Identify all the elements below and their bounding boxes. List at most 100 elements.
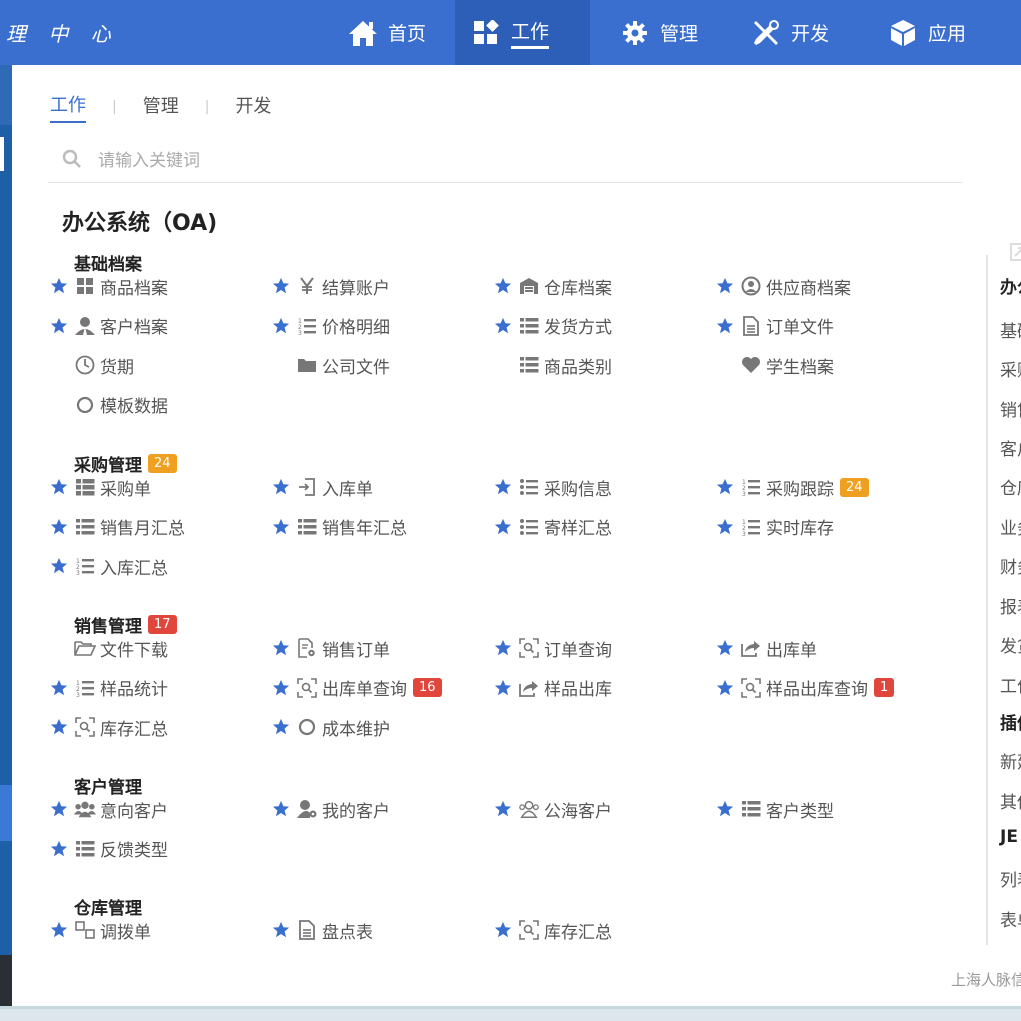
- favorite-star-icon[interactable]: [492, 317, 514, 335]
- right-menu-item[interactable]: 插件: [1000, 709, 1021, 734]
- right-menu-item[interactable]: 表单: [1000, 906, 1021, 931]
- menu-item[interactable]: 订单文件: [714, 312, 834, 340]
- favorite-star-icon[interactable]: [48, 478, 70, 496]
- menu-item[interactable]: 盘点表: [270, 916, 373, 944]
- menu-item[interactable]: 销售订单: [270, 634, 390, 662]
- right-menu-item[interactable]: JE: [1000, 827, 1018, 847]
- nav-dev[interactable]: 开发: [735, 0, 845, 65]
- tab-work[interactable]: 工作: [50, 91, 86, 123]
- menu-item[interactable]: 成本维护: [270, 713, 390, 741]
- right-menu-item[interactable]: 销售: [1000, 396, 1021, 421]
- right-menu-item[interactable]: 客户: [1000, 435, 1021, 460]
- menu-item[interactable]: 模板数据: [48, 391, 168, 419]
- menu-item[interactable]: 库存汇总: [492, 916, 612, 944]
- tab-manage[interactable]: 管理: [143, 92, 179, 122]
- favorite-star-icon[interactable]: [714, 277, 736, 295]
- right-menu-item[interactable]: 报表: [1000, 593, 1021, 618]
- nav-manage[interactable]: 管理: [604, 0, 714, 65]
- favorite-star-icon[interactable]: [714, 679, 736, 697]
- right-menu-item[interactable]: 采购: [1000, 356, 1021, 381]
- menu-item[interactable]: 发货方式: [492, 312, 612, 340]
- menu-item[interactable]: 销售月汇总: [48, 513, 185, 541]
- menu-item[interactable]: 结算账户: [270, 272, 390, 300]
- favorite-star-icon[interactable]: [48, 840, 70, 858]
- favorite-star-icon[interactable]: [492, 518, 514, 536]
- search-input[interactable]: [98, 150, 798, 171]
- menu-item[interactable]: 1 2 3 采购跟踪 24: [714, 473, 869, 501]
- favorite-star-icon[interactable]: [492, 679, 514, 697]
- favorite-star-icon[interactable]: [492, 639, 514, 657]
- favorite-star-icon[interactable]: [270, 478, 292, 496]
- favorite-star-icon[interactable]: [270, 679, 292, 697]
- menu-item[interactable]: 寄样汇总: [492, 513, 612, 541]
- favorite-star-icon[interactable]: [48, 718, 70, 736]
- menu-item[interactable]: 调拨单: [48, 916, 151, 944]
- favorite-star-icon[interactable]: [48, 518, 70, 536]
- favorite-star-icon[interactable]: [714, 478, 736, 496]
- favorite-star-icon[interactable]: [270, 921, 292, 939]
- menu-item[interactable]: 销售年汇总: [270, 513, 407, 541]
- favorite-star-icon[interactable]: [48, 317, 70, 335]
- favorite-star-icon[interactable]: [492, 478, 514, 496]
- favorite-star-icon[interactable]: [48, 679, 70, 697]
- favorite-star-icon[interactable]: [714, 518, 736, 536]
- menu-item[interactable]: 学生档案: [714, 351, 834, 379]
- right-menu-item[interactable]: 其他: [1000, 788, 1021, 813]
- favorite-star-icon[interactable]: [270, 718, 292, 736]
- menu-item[interactable]: 商品档案: [48, 272, 168, 300]
- menu-item[interactable]: 出库单查询 16: [270, 674, 442, 702]
- menu-item[interactable]: 样品出库查询 1: [714, 674, 895, 702]
- menu-item[interactable]: 商品类别: [492, 351, 612, 379]
- menu-item[interactable]: 反馈类型: [48, 835, 168, 863]
- favorite-star-icon[interactable]: [492, 921, 514, 939]
- menu-item[interactable]: 我的客户: [270, 795, 390, 823]
- favorite-star-icon[interactable]: [48, 800, 70, 818]
- menu-item[interactable]: 公司文件: [270, 351, 390, 379]
- menu-item[interactable]: 1 2 3 入库汇总: [48, 552, 168, 580]
- menu-item[interactable]: 意向客户: [48, 795, 168, 823]
- menu-scroll-area[interactable]: 办公系统（OA) 基础档案 商品档案 结算账户 仓库档案 供应商档案 客户档案 1 2 3 价格明…: [12, 197, 987, 944]
- favorite-star-icon[interactable]: [270, 639, 292, 657]
- right-menu-item[interactable]: 仓库: [1000, 474, 1021, 499]
- right-menu-item[interactable]: 列表: [1000, 866, 1021, 891]
- right-menu-item[interactable]: 新建: [1000, 748, 1021, 773]
- menu-item[interactable]: 采购信息: [492, 473, 612, 501]
- favorite-star-icon[interactable]: [492, 277, 514, 295]
- right-menu-item[interactable]: 工作: [1000, 672, 1021, 697]
- nav-apps[interactable]: 应用: [872, 0, 982, 65]
- right-menu-item[interactable]: 财务: [1000, 553, 1021, 578]
- favorite-star-icon[interactable]: [270, 277, 292, 295]
- menu-item[interactable]: 客户档案: [48, 312, 168, 340]
- menu-item[interactable]: 仓库档案: [492, 272, 612, 300]
- right-menu-item[interactable]: 办公: [1000, 273, 1021, 298]
- favorite-star-icon[interactable]: [48, 277, 70, 295]
- menu-item[interactable]: 货期: [48, 351, 134, 379]
- tab-dev[interactable]: 开发: [235, 92, 271, 122]
- menu-item[interactable]: 采购单: [48, 473, 151, 501]
- nav-work[interactable]: 工作: [455, 0, 590, 65]
- favorite-star-icon[interactable]: [270, 518, 292, 536]
- menu-item[interactable]: 订单查询: [492, 634, 612, 662]
- favorite-star-icon[interactable]: [270, 800, 292, 818]
- menu-item[interactable]: 1 2 3 样品统计: [48, 674, 168, 702]
- favorite-star-icon[interactable]: [714, 317, 736, 335]
- menu-item[interactable]: 供应商档案: [714, 272, 851, 300]
- menu-item[interactable]: 样品出库: [492, 674, 612, 702]
- menu-item[interactable]: 入库单: [270, 473, 373, 501]
- nav-home[interactable]: 首页: [332, 0, 442, 65]
- menu-item[interactable]: 1 2 3 价格明细: [270, 312, 390, 340]
- menu-item[interactable]: 出库单: [714, 634, 817, 662]
- favorite-star-icon[interactable]: [48, 557, 70, 575]
- favorite-star-icon[interactable]: [48, 921, 70, 939]
- right-menu-item[interactable]: 基础: [1000, 317, 1021, 342]
- favorite-star-icon[interactable]: [714, 639, 736, 657]
- menu-item[interactable]: 客户类型: [714, 795, 834, 823]
- favorite-star-icon[interactable]: [492, 800, 514, 818]
- menu-item[interactable]: 库存汇总: [48, 713, 168, 741]
- favorite-star-icon[interactable]: [714, 800, 736, 818]
- menu-item[interactable]: 1 2 3 实时库存: [714, 513, 834, 541]
- menu-item[interactable]: 公海客户: [492, 795, 612, 823]
- right-menu-item[interactable]: 发货: [1000, 632, 1021, 657]
- favorite-star-icon[interactable]: [270, 317, 292, 335]
- right-menu-item[interactable]: 业务: [1000, 514, 1021, 539]
